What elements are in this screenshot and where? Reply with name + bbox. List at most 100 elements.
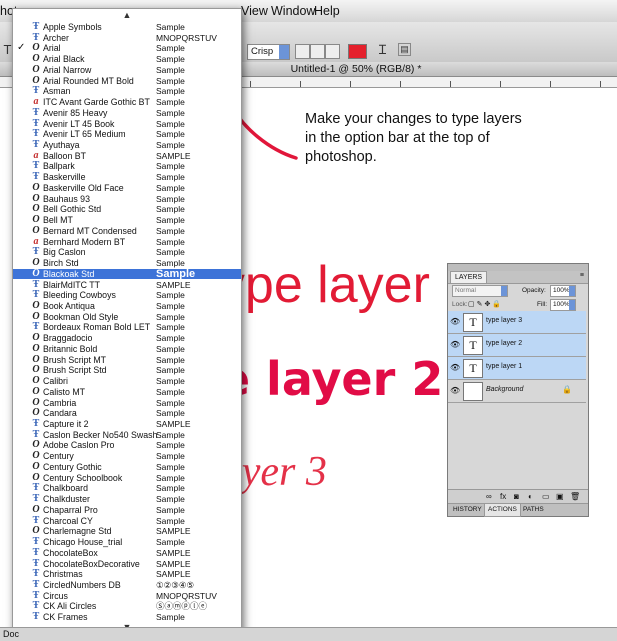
font-sample: Sample: [156, 118, 185, 129]
font-menu-item[interactable]: O Bell MT Sample: [13, 214, 241, 226]
trash-icon[interactable]: 🗑: [570, 490, 580, 503]
font-menu-item[interactable]: Ŧ ChocolateBoxDecorative SAMPLE: [13, 558, 241, 570]
font-menu-item[interactable]: Ŧ Chalkboard Sample: [13, 482, 241, 494]
font-menu-item[interactable]: Ŧ Ayuthaya Sample: [13, 139, 241, 151]
new-layer-icon[interactable]: ▣: [556, 490, 564, 503]
font-menu-item[interactable]: O Bell Gothic Std Sample: [13, 203, 241, 215]
font-name: ITC Avant Garde Gothic BT: [43, 97, 150, 108]
font-name: CK Ali Circles: [43, 601, 97, 612]
tab-paths[interactable]: PATHS: [520, 504, 547, 516]
font-menu-item[interactable]: O Bernard MT Condensed Sample: [13, 224, 241, 237]
font-menu-item[interactable]: O Calisto MT Sample: [13, 386, 241, 398]
font-menu-item[interactable]: Ŧ CK Ali Circles Ⓢⓐⓜⓟⓛⓔ: [13, 600, 241, 612]
mask-icon[interactable]: ◙: [514, 490, 519, 503]
truetype-font-icon: Ŧ: [32, 117, 40, 129]
font-menu-item[interactable]: O Charlemagne Std SAMPLE: [13, 525, 241, 537]
panel-menu-icon[interactable]: ≡: [580, 272, 584, 279]
visibility-eye-icon[interactable]: 👁: [450, 340, 460, 349]
font-menu-item[interactable]: O Century Sample: [13, 450, 241, 462]
font-menu-item[interactable]: O Calibri Sample: [13, 375, 241, 387]
scroll-up-icon[interactable]: ▲: [13, 9, 241, 22]
truetype-font-icon: Ŧ: [32, 568, 40, 580]
font-menu-item[interactable]: O Birch Std Sample: [13, 257, 241, 269]
font-menu-item[interactable]: O Arial Narrow Sample: [13, 64, 241, 76]
layer-row[interactable]: 👁 Ttype layer 1: [448, 357, 586, 380]
visibility-eye-icon[interactable]: 👁: [450, 317, 460, 326]
font-menu-item[interactable]: O Cambria Sample: [13, 397, 241, 409]
link-icon[interactable]: ∞: [486, 490, 492, 503]
font-name: Archer: [43, 32, 69, 43]
font-menu-item[interactable]: O Bookman Old Style Sample: [13, 311, 241, 323]
font-menu-item[interactable]: O Chaparral Pro Sample: [13, 504, 241, 516]
font-menu-item[interactable]: O Brush Script Std Sample: [13, 364, 241, 376]
font-menu-item[interactable]: a Bernhard Modern BT Sample: [13, 236, 241, 248]
font-menu-item[interactable]: Ŧ Ballpark Sample: [13, 160, 241, 172]
adjustment-icon[interactable]: ◐: [528, 490, 533, 503]
font-menu-item[interactable]: O Britannic Bold Sample: [13, 343, 241, 355]
font-menu-item[interactable]: Ŧ Apple Symbols Sample: [13, 21, 241, 33]
fx-icon[interactable]: fx: [500, 490, 506, 503]
font-menu-item[interactable]: Ŧ Avenir LT 65 Medium Sample: [13, 128, 241, 140]
layer-row[interactable]: 👁 Background 🔒: [448, 380, 586, 403]
fill-input[interactable]: 100%: [550, 299, 576, 311]
folder-icon[interactable]: ▭: [542, 490, 550, 503]
font-menu-item[interactable]: Ŧ BlairMdITC TT SAMPLE: [13, 279, 241, 291]
status-bar: Doc: [0, 627, 617, 641]
font-sample: Sample: [156, 161, 185, 172]
font-sample: Sample: [156, 483, 185, 494]
font-menu-item[interactable]: O Century Gothic Sample: [13, 461, 241, 473]
layer-row[interactable]: 👁 Ttype layer 3: [448, 311, 586, 334]
layer-row[interactable]: 👁 Ttype layer 2: [448, 334, 586, 357]
opentype-font-icon: O: [32, 224, 40, 236]
blend-mode-select[interactable]: Normal: [452, 285, 508, 297]
font-menu-item[interactable]: a ITC Avant Garde Gothic BT Sample: [13, 96, 241, 108]
font-menu-item[interactable]: Ŧ Capture it 2 SAMPLE: [13, 418, 241, 430]
font-menu-item[interactable]: O Braggadocio Sample: [13, 332, 241, 344]
truetype-font-icon: Ŧ: [32, 493, 40, 505]
font-menu-item[interactable]: Ŧ Christmas SAMPLE: [13, 568, 241, 580]
font-menu-item[interactable]: Ŧ Bordeaux Roman Bold LET Sample: [13, 321, 241, 333]
font-menu-item[interactable]: ✓ O Arial Sample: [13, 42, 241, 54]
tab-history[interactable]: HISTORY: [450, 504, 485, 516]
font-menu-item[interactable]: O Arial Rounded MT Bold Sample: [13, 75, 241, 87]
font-menu-item[interactable]: Ŧ Asman Sample: [13, 85, 241, 97]
font-menu-item[interactable]: O Bauhaus 93 Sample: [13, 193, 241, 205]
font-sample: Sample: [156, 311, 185, 322]
font-menu-item[interactable]: Ŧ Avenir 85 Heavy Sample: [13, 107, 241, 119]
font-sample: Sample: [156, 236, 185, 247]
font-sample: Sample: [156, 172, 185, 183]
opacity-input[interactable]: 100%: [550, 285, 576, 297]
font-menu-item[interactable]: Ŧ ChocolateBox SAMPLE: [13, 547, 241, 559]
font-menu-item[interactable]: Ŧ Chicago House_trial Sample: [13, 536, 241, 548]
font-menu-item[interactable]: O Adobe Caslon Pro Sample: [13, 439, 241, 451]
font-menu-item[interactable]: Ŧ Avenir LT 45 Book Sample: [13, 117, 241, 130]
lock-icons[interactable]: ▢✎✥🔒: [468, 300, 503, 308]
font-menu-item[interactable]: Ŧ CircledNumbers DB ①②③④⑤: [13, 579, 241, 591]
tab-layers[interactable]: LAYERS: [450, 271, 488, 283]
truetype-font-icon: Ŧ: [32, 128, 40, 140]
font-menu-item[interactable]: Ŧ Archer MNOPQRSTUV: [13, 32, 241, 44]
font-family-menu[interactable]: ▲ Ŧ Apple Symbols Sample Ŧ Archer MNOPQRSTUV ✓…: [12, 8, 242, 635]
visibility-eye-icon[interactable]: 👁: [450, 386, 460, 395]
font-menu-item[interactable]: O Book Antiqua Sample: [13, 300, 241, 312]
font-menu-item[interactable]: a Balloon BT SAMPLE: [13, 150, 241, 162]
font-name: Avenir LT 65 Medium: [43, 129, 126, 140]
font-menu-item[interactable]: Ŧ Bleeding Cowboys Sample: [13, 289, 241, 301]
font-menu-item[interactable]: O Century Schoolbook Sample: [13, 472, 241, 484]
font-name: Chaparral Pro: [43, 504, 98, 515]
font-menu-item[interactable]: Ŧ Big Caslon Sample: [13, 246, 241, 258]
opentype-font-icon: O: [32, 257, 40, 269]
font-menu-item[interactable]: Ŧ Circus MNOPQRSTUV: [13, 590, 241, 602]
font-menu-item[interactable]: O Blackoak Std Sample: [13, 268, 241, 280]
font-sample: Sample: [156, 354, 185, 365]
font-menu-item[interactable]: Ŧ Charcoal CY Sample: [13, 515, 241, 527]
font-menu-item[interactable]: O Arial Black Sample: [13, 53, 241, 65]
font-menu-item[interactable]: O Brush Script MT Sample: [13, 354, 241, 366]
visibility-eye-icon[interactable]: 👁: [450, 363, 460, 372]
font-menu-item[interactable]: O Candara Sample: [13, 407, 241, 419]
font-menu-item[interactable]: Ŧ Baskerville Sample: [13, 171, 241, 183]
font-menu-item[interactable]: Ŧ Caslon Becker No540 Swash Sample: [13, 429, 241, 441]
tab-actions[interactable]: ACTIONS: [484, 504, 521, 517]
font-menu-item[interactable]: Ŧ Chalkduster Sample: [13, 493, 241, 505]
font-menu-item[interactable]: O Baskerville Old Face Sample: [13, 182, 241, 194]
